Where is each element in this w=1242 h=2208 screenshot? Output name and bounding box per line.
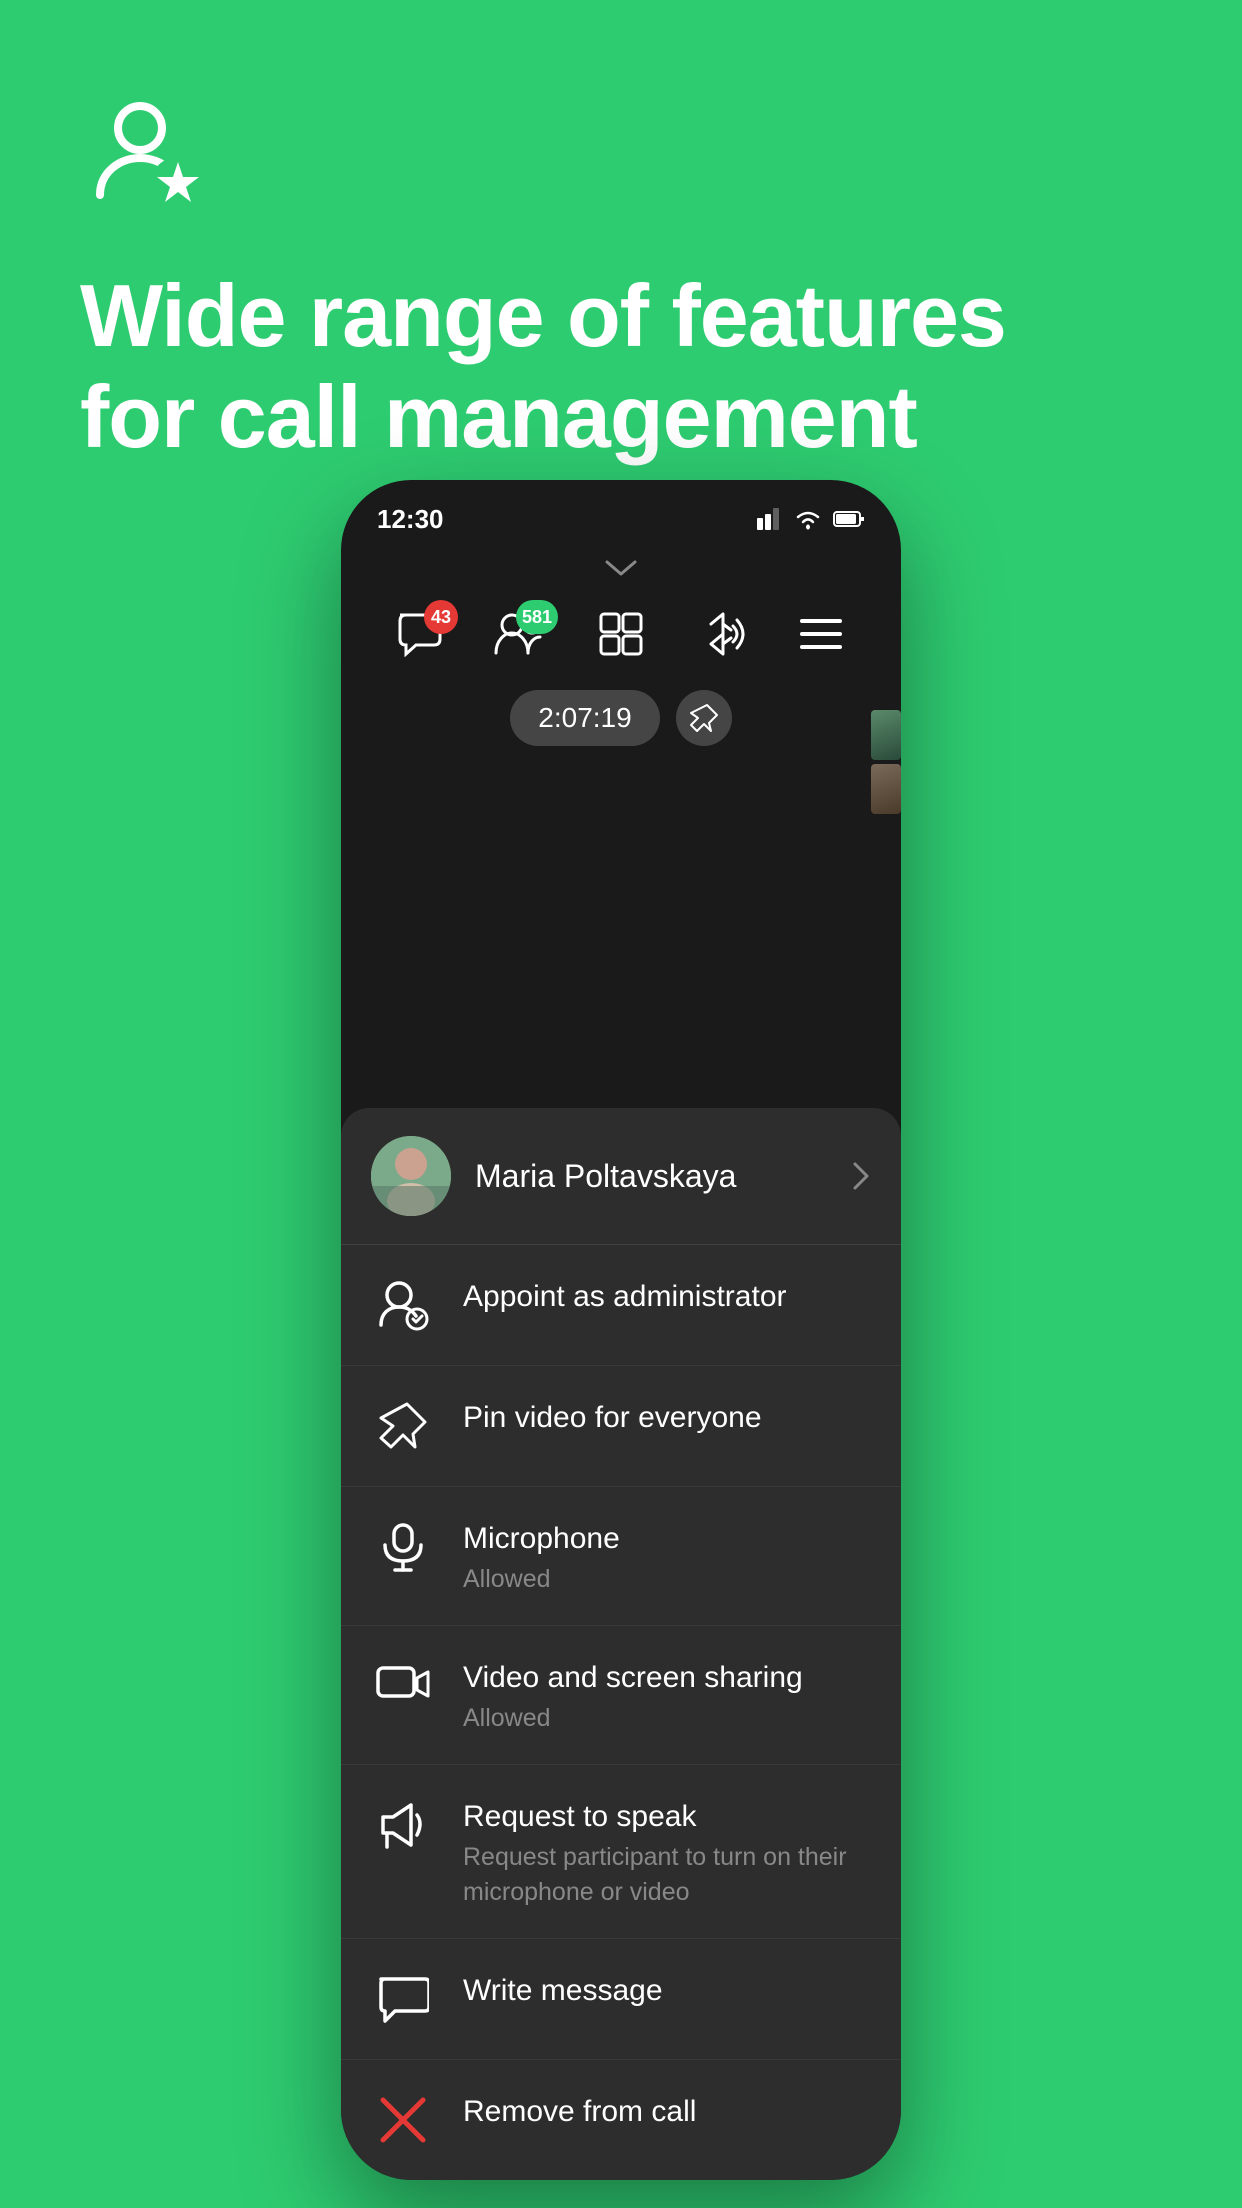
pin-video-label: Pin video for everyone [463,1398,871,1437]
megaphone-icon [371,1793,435,1857]
wifi-icon [793,508,823,530]
menu-item-write-message[interactable]: Write message [341,1939,901,2060]
video-thumbnails [871,710,901,814]
signal-icon [757,508,783,530]
collapse-chevron[interactable] [341,540,901,588]
battery-icon [833,509,865,529]
chevron-right-icon [851,1160,871,1192]
write-message-label: Write message [463,1971,871,2010]
pin-video-icon [371,1394,435,1458]
pin-button[interactable] [676,690,732,746]
request-speak-desc: Request participant to turn on their mic… [463,1840,871,1910]
hamburger-menu-icon [798,615,844,653]
user-name: Maria Poltavskaya [475,1158,851,1195]
grid-icon [597,610,645,658]
user-avatar [371,1136,451,1216]
bluetooth-audio-icon [695,610,747,658]
menu-item-pin-video[interactable]: Pin video for everyone [341,1366,901,1487]
microphone-label: Microphone [463,1519,871,1558]
video-screen-icon [371,1654,435,1718]
headline-line1: Wide range of features [80,265,1162,366]
microphone-status: Allowed [463,1562,871,1597]
hamburger-menu-button[interactable] [786,604,856,664]
top-section: Wide range of features for call manageme… [0,0,1242,467]
status-icons [757,508,865,530]
request-speak-label: Request to speak [463,1797,871,1836]
status-bar: 12:30 [341,480,901,540]
remove-icon [371,2088,435,2152]
admin-star-icon [80,90,210,220]
participants-badge: 581 [516,600,558,634]
menu-item-video-screen[interactable]: Video and screen sharing Allowed [341,1626,901,1765]
avatar-image [371,1136,451,1216]
user-header[interactable]: Maria Poltavskaya [341,1108,901,1245]
chat-button[interactable]: 43 [386,604,456,664]
video-thumb-2 [871,764,901,814]
app-background: Wide range of features for call manageme… [0,0,1242,2208]
video-screen-status: Allowed [463,1701,871,1736]
toolbar: 43 581 [341,588,901,680]
headline: Wide range of features for call manageme… [80,265,1162,467]
pin-icon [689,703,719,733]
phone-frame: 12:30 [341,480,901,2180]
bluetooth-audio-button[interactable] [686,604,756,664]
headline-line2: for call management [80,366,1162,467]
message-icon [371,1967,435,2031]
video-thumb-1 [871,710,901,760]
context-menu: Maria Poltavskaya [341,1108,901,2180]
remove-call-label: Remove from call [463,2092,871,2131]
menu-item-remove-call[interactable]: Remove from call [341,2060,901,2180]
menu-item-request-speak[interactable]: Request to speak Request participant to … [341,1765,901,1939]
chevron-down-icon [603,558,639,578]
phone-mockup: 12:30 [341,480,901,2180]
video-screen-label: Video and screen sharing [463,1658,871,1697]
menu-item-appoint-admin[interactable]: Appoint as administrator [341,1245,901,1366]
admin-appoint-icon [371,1273,435,1337]
grid-button[interactable] [586,604,656,664]
timer-area: 2:07:19 [341,680,901,766]
appoint-admin-label: Appoint as administrator [463,1277,871,1316]
participants-button[interactable]: 581 [486,604,556,664]
menu-item-microphone[interactable]: Microphone Allowed [341,1487,901,1626]
chat-badge: 43 [424,600,458,634]
status-time: 12:30 [377,504,444,535]
call-timer: 2:07:19 [510,690,659,746]
microphone-icon [371,1515,435,1579]
